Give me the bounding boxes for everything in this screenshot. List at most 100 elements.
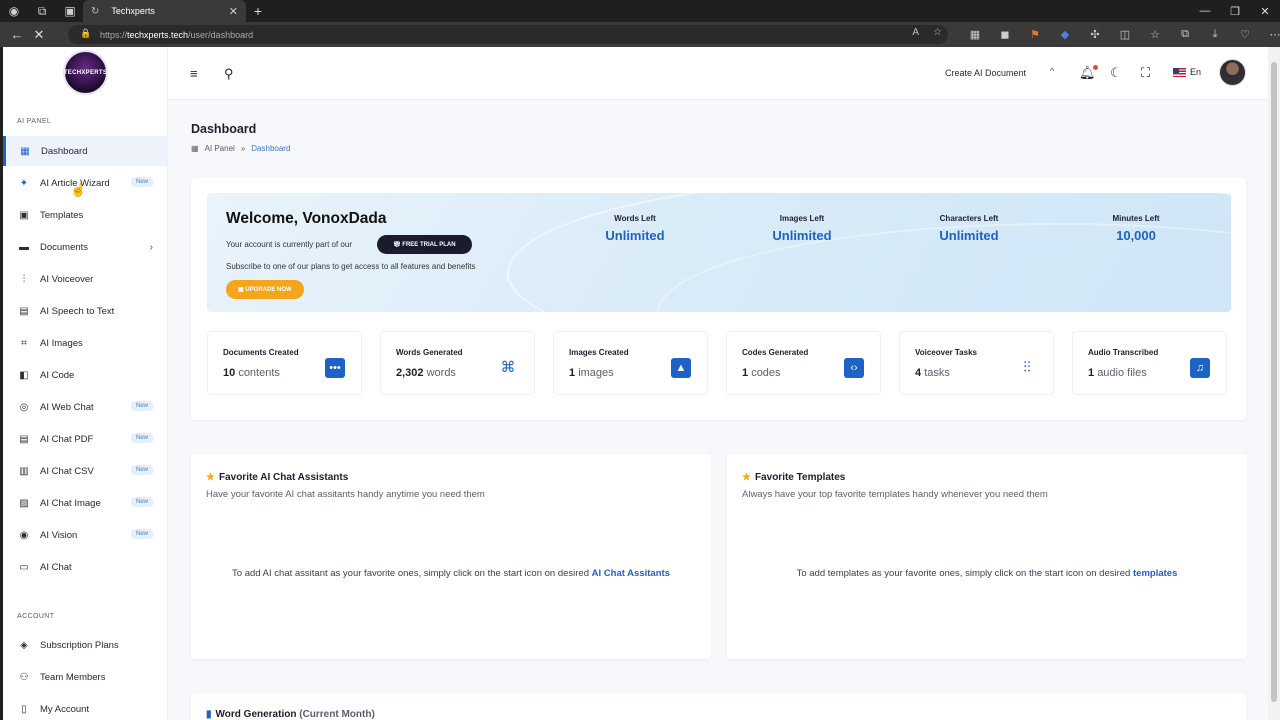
sidebar-item-templates[interactable]: ▣ Templates <box>3 200 167 230</box>
page-title: Dashboard <box>191 122 257 136</box>
folder-dots-icon: ••• <box>325 358 345 378</box>
ai-panel-label: AI PANEL <box>17 118 52 125</box>
image-icon: ▲ <box>671 358 691 378</box>
dark-mode-icon[interactable]: ☾ <box>1110 65 1122 81</box>
templates-link[interactable]: templates <box>1133 568 1177 579</box>
chart-icon: ▮ <box>206 709 212 720</box>
sidebar-item-documents[interactable]: ▬ Documents › <box>3 232 167 262</box>
metric-unit: images <box>578 367 614 379</box>
logo-text: TECHXPERTS <box>63 69 108 76</box>
sidebar-item-ai-chat-csv[interactable]: ▥ AI Chat CSV New <box>3 456 167 486</box>
breadcrumb-root[interactable]: AI Panel <box>205 144 235 153</box>
site-logo[interactable]: TECHXPERTS <box>63 50 108 95</box>
sidebar-item-label: AI Speech to Text <box>40 305 115 317</box>
tab-loading-icon: ↻ <box>91 5 100 17</box>
workspaces-icon[interactable]: ⧉ <box>28 0 56 22</box>
favorites-icon[interactable]: ☆ <box>1140 28 1170 41</box>
sidebar-item-ai-speech-to-text[interactable]: ▤ AI Speech to Text <box>3 296 167 326</box>
metric-count: 2,302 <box>396 367 424 379</box>
stat-label: Images Left <box>779 214 825 223</box>
fullscreen-icon[interactable]: ⛶ <box>1141 65 1150 81</box>
grid-icon: ▦ <box>191 144 199 153</box>
create-ai-document-button[interactable]: Create AI Document <box>945 68 1026 78</box>
stat-value: 10,000 <box>1116 228 1156 243</box>
collections-icon[interactable]: ⧉ <box>1170 28 1200 41</box>
sidebar-item-label: AI Web Chat <box>40 401 94 413</box>
downloads-icon[interactable]: ⤓ <box>1200 28 1230 41</box>
characters-left-stat: Characters Left Unlimited <box>909 214 1029 243</box>
sidebar-item-ai-chat[interactable]: ▭ AI Chat <box>3 552 167 582</box>
restore-button[interactable]: ❐ <box>1220 0 1250 22</box>
sidebar-item-my-account[interactable]: ▯ My Account <box>3 694 167 720</box>
url-path: /user/dashboard <box>188 29 254 40</box>
card-subtitle: Always have your top favorite templates … <box>742 489 1048 500</box>
stop-loading-icon[interactable]: ✕ <box>28 22 50 47</box>
extension-icon[interactable]: ◼ <box>990 28 1020 41</box>
url-host: techxperts.tech <box>127 29 189 40</box>
stat-label: Minutes Left <box>1112 214 1160 223</box>
stat-value: Unlimited <box>772 228 832 243</box>
split-screen-icon[interactable]: ◫ <box>1110 28 1140 41</box>
extension-icon[interactable]: ◆ <box>1050 28 1080 41</box>
metric-count: 1 <box>1088 367 1095 379</box>
extension-icon[interactable]: ▦ <box>960 28 990 41</box>
sidebar-item-ai-web-chat[interactable]: ◎ AI Web Chat New <box>3 392 167 422</box>
vision-icon: ◉ <box>19 529 29 541</box>
ai-chip-icon: ⌘ <box>500 359 516 376</box>
sidebar-item-ai-images[interactable]: ⌗ AI Images <box>3 328 167 358</box>
page-scrollbar[interactable] <box>1268 47 1280 720</box>
plans-icon: ◈ <box>20 639 28 651</box>
new-badge: New <box>130 465 153 475</box>
sidebar-item-subscription-plans[interactable]: ◈ Subscription Plans <box>3 630 167 660</box>
subscribe-text: Subscribe to one of our plans to get acc… <box>226 262 476 271</box>
back-icon[interactable]: ← <box>6 22 28 47</box>
menu-toggle-icon[interactable]: ≡ <box>190 66 198 81</box>
language-selector[interactable]: En <box>1173 67 1201 77</box>
favorite-star-icon[interactable]: ☆ <box>933 27 942 38</box>
sidebar-item-ai-chat-image[interactable]: ▨ AI Chat Image New <box>3 488 167 518</box>
tab-actions-icon[interactable]: ▣ <box>56 0 84 22</box>
codes-generated-card: Codes Generated 1 codes ‹› <box>726 331 881 395</box>
sidebar-item-ai-chat-pdf[interactable]: ▤ AI Chat PDF New <box>3 424 167 454</box>
chevron-up-icon[interactable]: ^ <box>1050 66 1054 76</box>
sidebar-item-dashboard[interactable]: ▦ Dashboard <box>3 136 167 166</box>
extensions-puzzle-icon[interactable]: ✣ <box>1080 28 1110 41</box>
notification-dot <box>1092 65 1098 70</box>
ai-chat-assistants-link[interactable]: AI Chat Assitants <box>592 568 670 579</box>
notification-bell-icon[interactable]: 🔔︎ <box>1079 65 1098 81</box>
breadcrumb-separator: » <box>240 144 246 153</box>
sidebar-item-ai-voiceover[interactable]: ⫶ AI Voiceover <box>3 264 167 294</box>
browser-essentials-icon[interactable]: ♡ <box>1230 28 1260 41</box>
app-window: TECHXPERTS AI PANEL ▦ Dashboard ✦ AI Artic… <box>3 47 1268 720</box>
sidebar-item-label: AI Code <box>40 369 75 381</box>
settings-more-icon[interactable]: ⋯ <box>1260 28 1280 41</box>
minimize-button[interactable]: — <box>1190 0 1220 22</box>
profile-icon[interactable]: ◉ <box>0 0 28 22</box>
tab-close-icon[interactable]: ✕ <box>229 5 238 18</box>
extension-icon[interactable]: ⚑ <box>1020 28 1050 41</box>
metric-unit: audio files <box>1097 367 1147 379</box>
user-icon: ▯ <box>21 703 27 715</box>
plan-badge[interactable]: 🎁︎ FREE TRIAL PLAN <box>377 235 472 254</box>
upgrade-button[interactable]: ▣ UPGRADE NOW <box>226 280 304 299</box>
chat-icon: ▭ <box>19 561 29 573</box>
folder-icon: ▬ <box>19 241 29 253</box>
url-field[interactable]: 🔒 https://techxperts.tech/user/dashboard… <box>68 25 948 44</box>
words-generated-card: Words Generated 2,302 words ⌘ <box>380 331 535 395</box>
card-subtitle: Have your favorite AI chat assitants han… <box>206 489 485 500</box>
words-left-stat: Words Left Unlimited <box>575 214 695 243</box>
read-aloud-icon[interactable]: A <box>912 27 919 38</box>
browser-tab[interactable]: ↻ Techxperts ✕ <box>83 0 246 22</box>
sidebar-item-ai-vision[interactable]: ◉ AI Vision New <box>3 520 167 550</box>
sidebar-item-ai-code[interactable]: ◧ AI Code <box>3 360 167 390</box>
scrollbar-thumb[interactable] <box>1271 62 1277 702</box>
audio-transcribed-card: Audio Transcribed 1 audio files ♫ <box>1072 331 1227 395</box>
metric-unit: words <box>426 367 456 379</box>
avatar[interactable] <box>1219 59 1246 86</box>
grid-icon: ▦ <box>20 145 30 157</box>
search-icon[interactable]: ⚲ <box>224 66 234 82</box>
sidebar-item-team-members[interactable]: ⚇ Team Members <box>3 662 167 692</box>
new-tab-button[interactable]: + <box>249 0 267 22</box>
stat-label: Characters Left <box>939 214 999 223</box>
close-window-button[interactable]: ✕ <box>1250 0 1280 22</box>
